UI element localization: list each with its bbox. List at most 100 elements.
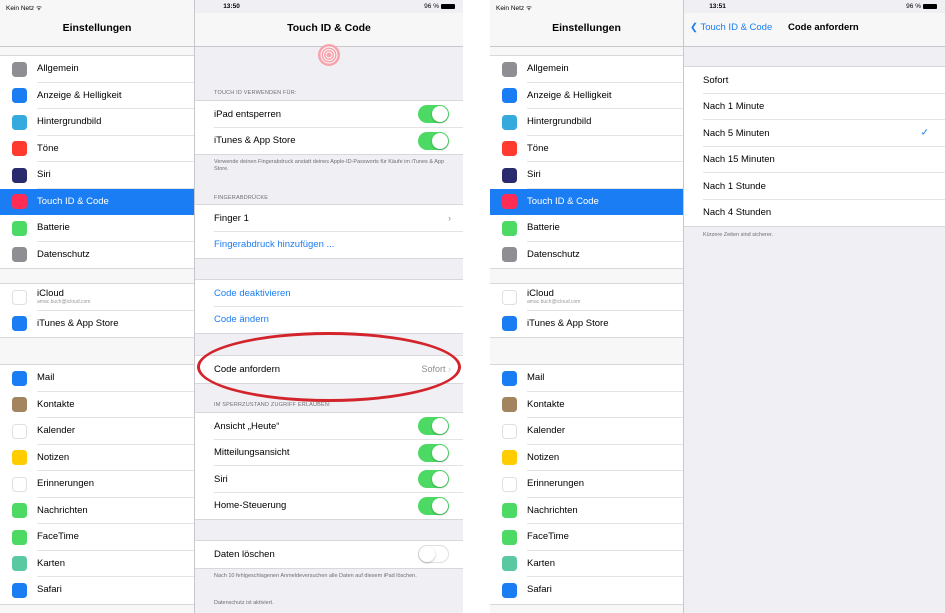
sidebar-item-label: Allgemein [37,63,79,74]
sidebar-item-kontakte[interactable]: Kontakte [490,392,683,419]
sidebar-item-allgemein[interactable]: Allgemein [490,56,683,83]
sidebar-item-label: FaceTime [527,531,569,542]
sidebar-item-facetime[interactable]: FaceTime [0,524,194,551]
sidebar-item-text: Notizen [37,451,70,463]
sidebar-item-icloud[interactable]: iCloud amac.buch@icloud.com [0,284,194,311]
sidebar-item-label: Allgemein [527,63,569,74]
sidebar-item-text: Anzeige & Helligkeit [527,89,612,101]
add-fingerprint-button[interactable]: Fingerabdruck hinzufügen ... [195,232,463,259]
sidebar-item-text: Mail [527,372,545,384]
sidebar-item-kontakte[interactable]: Kontakte [0,392,194,419]
sidebar-item-mail[interactable]: Mail [0,365,194,392]
sidebar-item-mail[interactable]: Mail [490,365,683,392]
sidebar-item-label: Erinnerungen [37,478,94,489]
sidebar-item-text: iCloud [37,288,64,300]
sidebar-item-text: Karten [37,557,65,569]
options-footer: Kürzere Zeiten sind sicherer. [703,232,774,238]
sidebar-item-touch-id-code[interactable]: Touch ID & Code [0,188,194,215]
sidebar-item-text: Erinnerungen [527,478,585,490]
sidebar-item-töne[interactable]: Töne [0,136,194,163]
sidebar-item-safari[interactable]: Safari [0,577,194,604]
sidebar-item-anzeige-helligkeit[interactable]: Anzeige & Helligkeit [490,83,683,110]
brightness-icon [12,88,27,104]
option-nach-4-stunden[interactable]: Nach 4 Stunden [684,200,945,227]
sidebar-group-1: Allgemein Anzeige & Helligkeit Hintergrund… [490,55,683,269]
sidebar-item-text: iCloud [527,288,554,300]
notifications-toggle[interactable] [418,443,449,462]
sidebar-item-itunes-app-store[interactable]: iTunes & App Store [0,311,194,338]
sidebar-item-siri[interactable]: Siri [0,162,194,189]
option-nach-1-minute[interactable]: Nach 1 Minute [684,94,945,121]
erase-data-toggle[interactable] [418,545,449,564]
sidebar-item-batterie[interactable]: Batterie [0,215,194,242]
code-deactivate-button[interactable]: Code deaktivieren [195,280,463,307]
sidebar-item-notizen[interactable]: Notizen [0,445,194,472]
sidebar-item-kalender[interactable]: Kalender [0,418,194,445]
sidebar-item-erinnerungen[interactable]: Erinnerungen [490,471,683,498]
code-actions-list: Code deaktivieren Code ändern [195,279,463,334]
option-nach-15-minuten[interactable]: Nach 15 Minuten [684,147,945,174]
sidebar-item-text: Karten [527,557,555,569]
option-sofort[interactable]: Sofort [684,67,945,94]
detail-navbar: Touch ID & Code [195,13,463,47]
sound-icon [502,141,517,157]
option-nach-1-stunde[interactable]: Nach 1 Stunde [684,173,945,200]
option-label: Nach 15 Minuten [703,154,775,166]
locked-access-header: IM SPERRZUSTAND ZUGRIFF ERLAUBEN: [214,402,331,408]
sidebar-item-datenschutz[interactable]: Datenschutz [0,242,194,269]
code-change-button[interactable]: Code ändern [195,307,463,334]
sidebar-item-label: Touch ID & Code [37,196,109,207]
sidebar-item-label: Siri [527,169,541,180]
sidebar-item-safari[interactable]: Safari [490,577,683,604]
sidebar-item-facetime[interactable]: FaceTime [490,524,683,551]
sidebar-item-karten[interactable]: Karten [490,551,683,578]
sidebar-item-icloud[interactable]: iCloud amac.buch@icloud.com [490,284,683,311]
sidebar-item-itunes-app-store[interactable]: iTunes & App Store [490,311,683,338]
ipad-unlock-toggle[interactable] [418,105,449,124]
sidebar-item-batterie[interactable]: Batterie [490,215,683,242]
sidebar-group-3: Mail Kontakte Kalender Notizen Erinnerungen N… [0,364,194,605]
sidebar-item-erinnerungen[interactable]: Erinnerungen [0,471,194,498]
sidebar-item-label: Siri [37,169,51,180]
reminders-icon [502,476,517,492]
sidebar-item-allgemein[interactable]: Allgemein [0,56,194,83]
sidebar-item-kalender[interactable]: Kalender [490,418,683,445]
finger1-label: Finger 1 [214,212,249,224]
sidebar-item-nachrichten[interactable]: Nachrichten [0,498,194,525]
siri-label: Siri [214,473,228,485]
sidebar-item-label: Hintergrundbild [527,116,591,127]
sidebar-group-3: Mail Kontakte Kalender Notizen Erinnerungen N… [490,364,683,605]
fingerprints-header: FINGERABDRÜCKE [214,195,269,201]
back-button[interactable]: ❮ Touch ID & Code [690,22,772,33]
sidebar-item-anzeige-helligkeit[interactable]: Anzeige & Helligkeit [0,83,194,110]
home-control-toggle[interactable] [418,496,449,515]
sidebar-item-label: iTunes & App Store [527,318,609,329]
touchid-usage-list: iPad entsperren iTunes & App Store [195,100,463,155]
sidebar-item-label: FaceTime [37,531,79,542]
sidebar-item-label: Notizen [527,452,559,463]
sidebar-item-karten[interactable]: Karten [0,551,194,578]
cloud-icon [502,289,517,305]
locked-access-list: Ansicht „Heute“ Mitteilungsansicht Siri … [195,412,463,520]
option-nach-5-minuten[interactable]: Nach 5 Minuten ✓ [684,120,945,147]
contacts-icon [12,397,27,413]
ipad-unlock-label: iPad entsperren [214,108,282,120]
notes-icon [12,450,27,466]
sidebar-item-touch-id-code[interactable]: Touch ID & Code [490,188,683,215]
today-view-toggle[interactable] [418,417,449,436]
itunes-store-toggle[interactable] [418,131,449,150]
ipad-screen-touchid: Einstellungen Allgemein Anzeige & Helligk… [0,0,463,613]
carrier-label: Kein Netz ᯤ [496,5,532,12]
sidebar-item-notizen[interactable]: Notizen [490,445,683,472]
sidebar-item-hintergrundbild[interactable]: Hintergrundbild [0,109,194,136]
sidebar-item-nachrichten[interactable]: Nachrichten [490,498,683,525]
sidebar-item-datenschutz[interactable]: Datenschutz [490,242,683,269]
sidebar-item-hintergrundbild[interactable]: Hintergrundbild [490,109,683,136]
sidebar-item-töne[interactable]: Töne [490,136,683,163]
sidebar-item-siri[interactable]: Siri [490,162,683,189]
sidebar-item-label: Kontakte [37,399,75,410]
siri-toggle[interactable] [418,470,449,489]
finger1-row[interactable]: Finger 1 › [195,205,463,232]
detail-title: Touch ID & Code [287,22,371,34]
notifications-label: Mitteilungsansicht [214,447,290,459]
